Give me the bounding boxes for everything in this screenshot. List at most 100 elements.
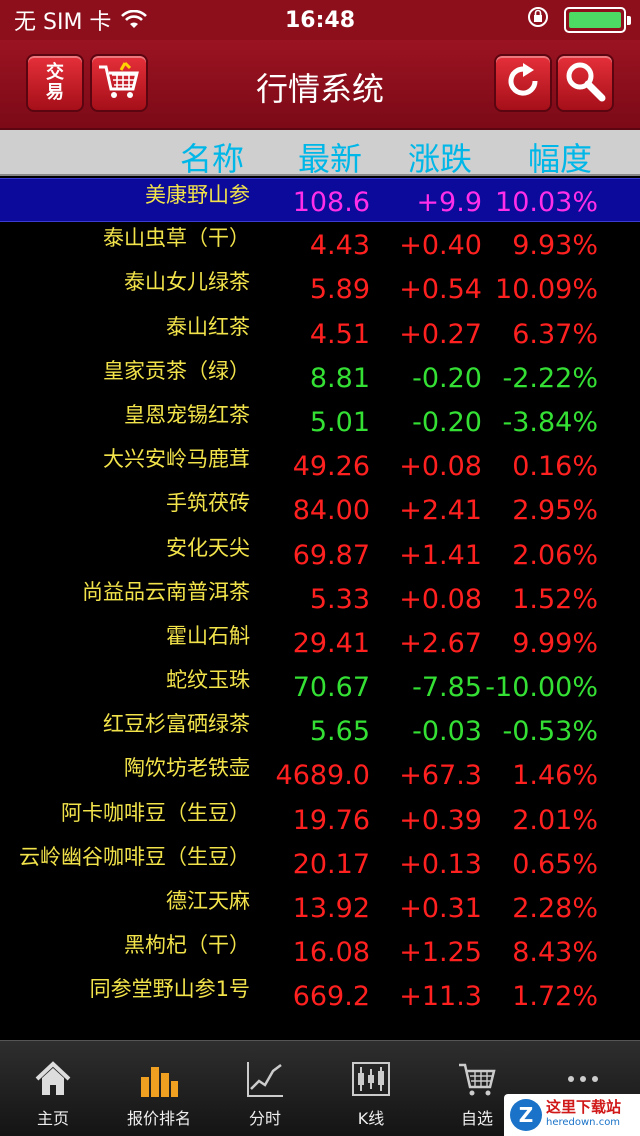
row-change: +1.41 <box>399 539 482 571</box>
row-percent: 9.99% <box>512 627 598 659</box>
tab-intraday-label: 分时 <box>248 1109 281 1128</box>
table-row[interactable]: 泰山红茶 4.51 +0.27 6.37% <box>0 311 640 355</box>
row-percent: 10.09% <box>495 274 598 306</box>
table-row[interactable]: 蛇纹玉珠 70.67 -7.85 -10.00% <box>0 664 640 708</box>
rotation-lock-icon <box>526 5 550 35</box>
header-percent[interactable]: 幅度 <box>528 134 592 180</box>
refresh-button[interactable] <box>494 54 552 112</box>
status-left: 无 SIM 卡 <box>14 4 148 36</box>
row-percent: -2.22% <box>502 362 598 394</box>
watermark-logo-text: 这里下载站 heredown.com <box>546 1099 621 1131</box>
row-price: 5.33 <box>309 583 370 615</box>
table-row[interactable]: 皇恩宠锡红茶 5.01 -0.20 -3.84% <box>0 399 640 443</box>
row-price: 49.26 <box>292 451 370 483</box>
table-row[interactable]: 同参堂野山参1号 669.2 +11.3 1.72% <box>0 973 640 1017</box>
row-price: 16.08 <box>292 937 370 969</box>
row-name: 阿卡咖啡豆（生豆） <box>61 800 250 825</box>
row-name: 陶饮坊老铁壶 <box>124 756 250 781</box>
tab-ranking[interactable]: 报价排名 <box>106 1041 212 1136</box>
table-row[interactable]: 云岭幽谷咖啡豆（生豆） 20.17 +0.13 0.65% <box>0 841 640 885</box>
bar-chart-icon <box>139 1059 179 1099</box>
table-row[interactable]: 黑枸杞（干） 16.08 +1.25 8.43% <box>0 929 640 973</box>
row-change: +0.39 <box>399 804 482 836</box>
row-change: +0.27 <box>399 318 482 350</box>
tab-kline-label: K线 <box>357 1109 385 1128</box>
tab-ranking-label: 报价排名 <box>126 1109 191 1128</box>
table-row[interactable]: 美康野山参 108.6 +9.9 10.03% <box>0 178 640 223</box>
row-percent: 2.06% <box>512 539 598 571</box>
row-change: -0.20 <box>412 406 482 438</box>
row-price: 84.00 <box>292 495 370 527</box>
status-bar: 无 SIM 卡 16:48 <box>0 0 640 40</box>
row-percent: 0.16% <box>512 451 598 483</box>
row-percent: 8.43% <box>512 937 598 969</box>
table-row[interactable]: 泰山虫草（干） 4.43 +0.40 9.93% <box>0 222 640 266</box>
tab-home[interactable]: 主页 <box>0 1041 106 1136</box>
row-percent: 9.93% <box>512 230 598 262</box>
row-change: +0.54 <box>399 274 482 306</box>
row-name: 皇家贡茶（绿） <box>103 358 250 383</box>
tab-kline[interactable]: K线 <box>318 1041 424 1136</box>
row-name: 泰山女儿绿茶 <box>124 270 250 295</box>
header-change[interactable]: 涨跌 <box>408 134 472 180</box>
table-row[interactable]: 皇家贡茶（绿） 8.81 -0.20 -2.22% <box>0 355 640 399</box>
candlestick-icon <box>351 1059 391 1099</box>
row-name: 美康野山参 <box>145 183 250 207</box>
row-price: 5.01 <box>309 406 370 438</box>
row-change: +2.67 <box>399 627 482 659</box>
refresh-icon <box>503 61 543 105</box>
carrier-label: 无 SIM 卡 <box>14 10 112 35</box>
watermark-logo: Z 这里下载站 heredown.com <box>504 1094 640 1136</box>
table-row[interactable]: 安化天尖 69.87 +1.41 2.06% <box>0 532 640 576</box>
battery-icon <box>564 7 631 33</box>
row-name: 蛇纹玉珠 <box>166 668 250 693</box>
row-name: 皇恩宠锡红茶 <box>124 402 250 427</box>
row-price: 13.92 <box>292 893 370 924</box>
row-name: 德江天麻 <box>166 889 250 913</box>
watermark-logo-main: 这里下载站 <box>546 1098 622 1116</box>
row-name: 泰山红茶 <box>166 314 250 339</box>
search-icon <box>563 59 607 107</box>
row-change: +9.9 <box>416 187 482 218</box>
row-name: 霍山石斛 <box>166 623 250 648</box>
row-price: 70.67 <box>292 672 370 704</box>
row-change: -0.20 <box>412 362 482 394</box>
row-price: 4.43 <box>309 230 370 262</box>
row-change: +0.31 <box>399 893 482 924</box>
row-price: 5.89 <box>309 274 370 306</box>
battery-fill <box>569 12 621 28</box>
row-percent: 1.52% <box>512 583 598 615</box>
row-price: 4689.0 <box>275 760 370 792</box>
table-row[interactable]: 阿卡咖啡豆（生豆） 19.76 +0.39 2.01% <box>0 797 640 841</box>
header-name[interactable]: 名称 <box>180 134 244 180</box>
row-price: 29.41 <box>292 627 370 659</box>
table-row[interactable]: 尚益品云南普洱茶 5.33 +0.08 1.52% <box>0 576 640 620</box>
tab-intraday[interactable]: 分时 <box>212 1041 318 1136</box>
row-change: +0.13 <box>399 848 482 880</box>
table-row[interactable]: 大兴安岭马鹿茸 49.26 +0.08 0.16% <box>0 443 640 487</box>
table-row[interactable]: 德江天麻 13.92 +0.31 2.28% <box>0 885 640 929</box>
row-percent: 1.72% <box>512 981 598 1013</box>
table-row[interactable]: 红豆杉富硒绿茶 5.65 -0.03 -0.53% <box>0 708 640 752</box>
table-row[interactable]: 手筑茯砖 84.00 +2.41 2.95% <box>0 487 640 531</box>
row-percent: -3.84% <box>502 406 598 438</box>
row-price: 8.81 <box>309 362 370 394</box>
row-name: 云岭幽谷咖啡豆（生豆） <box>19 844 250 869</box>
row-percent: 1.46% <box>512 760 598 792</box>
header-latest[interactable]: 最新 <box>298 134 362 180</box>
search-button[interactable] <box>556 54 614 112</box>
row-change: -0.03 <box>412 716 482 748</box>
row-percent: 0.65% <box>512 848 598 880</box>
row-change: -7.85 <box>412 672 482 704</box>
row-price: 5.65 <box>309 716 370 748</box>
row-name: 黑枸杞（干） <box>124 933 250 958</box>
nav-bar: 交 易 行情系统 <box>0 40 640 130</box>
table-row[interactable]: 陶饮坊老铁壶 4689.0 +67.3 1.46% <box>0 752 640 796</box>
table-row[interactable]: 泰山女儿绿茶 5.89 +0.54 10.09% <box>0 266 640 310</box>
row-percent: 2.01% <box>512 804 598 836</box>
table-row[interactable]: 霍山石斛 29.41 +2.67 9.99% <box>0 620 640 664</box>
quote-list: 美康野山参 108.6 +9.9 10.03% 泰山虫草（干） 4.43 +0.40 9.9… <box>0 178 640 1018</box>
row-name: 大兴安岭马鹿茸 <box>103 447 250 472</box>
row-change: +0.40 <box>399 230 482 262</box>
row-price: 4.51 <box>309 318 370 350</box>
